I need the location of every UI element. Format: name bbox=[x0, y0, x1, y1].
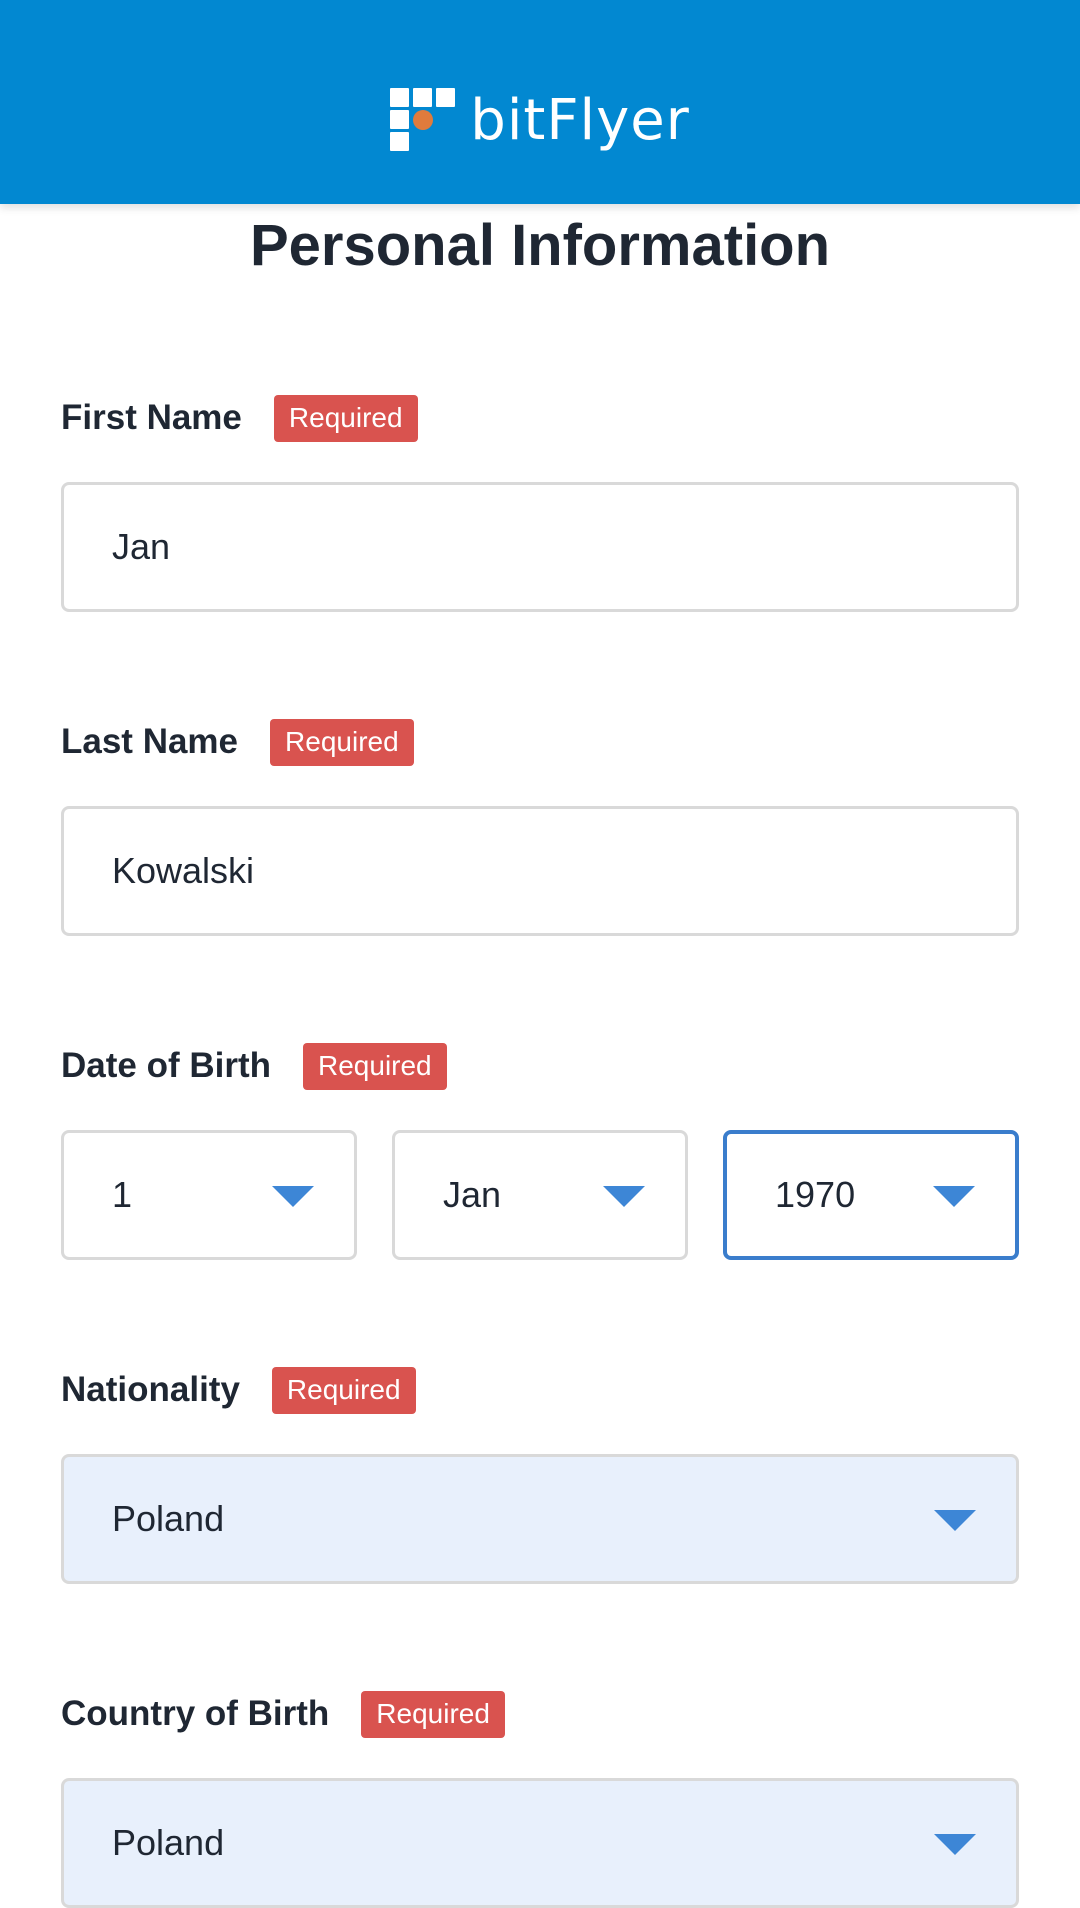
country-of-birth-value: Poland bbox=[112, 1822, 225, 1863]
chevron-down-icon bbox=[934, 1510, 976, 1531]
chevron-down-icon bbox=[272, 1186, 314, 1207]
app-header: bitFlyer bbox=[0, 0, 1080, 204]
first-name-field: First Name Required Jan bbox=[61, 394, 1019, 612]
date-of-birth-field: Date of Birth Required 1 Jan 1970 bbox=[61, 1042, 1019, 1260]
page-title: Personal Information bbox=[249, 213, 831, 278]
first-name-label-row: First Name Required bbox=[61, 394, 1019, 442]
nationality-label: Nationality bbox=[61, 1370, 240, 1409]
bitflyer-logo-icon bbox=[390, 88, 456, 152]
country-of-birth-field: Country of Birth Required Poland bbox=[61, 1690, 1019, 1908]
chevron-down-icon bbox=[934, 1834, 976, 1855]
nationality-field: Nationality Required Poland bbox=[61, 1366, 1019, 1584]
date-of-birth-selects: 1 Jan 1970 bbox=[61, 1130, 1019, 1260]
birth-day-value: 1 bbox=[112, 1174, 133, 1215]
bitflyer-logo[interactable]: bitFlyer bbox=[390, 88, 689, 153]
nationality-label-row: Nationality Required bbox=[61, 1366, 1019, 1414]
required-badge: Required bbox=[303, 1042, 447, 1090]
last-name-field: Last Name Required Kowalski bbox=[61, 718, 1019, 936]
logo-text: bitFlyer bbox=[470, 87, 690, 153]
birth-year-value: 1970 bbox=[775, 1174, 856, 1215]
birth-month-select[interactable]: Jan bbox=[392, 1130, 688, 1260]
required-badge: Required bbox=[273, 394, 418, 442]
last-name-label: Last Name bbox=[61, 722, 239, 761]
required-badge: Required bbox=[271, 1366, 416, 1414]
country-of-birth-label-row: Country of Birth Required bbox=[61, 1690, 1019, 1738]
chevron-down-icon bbox=[603, 1186, 645, 1207]
chevron-down-icon bbox=[933, 1186, 975, 1207]
birth-month-value: Jan bbox=[443, 1174, 502, 1215]
first-name-input[interactable]: Jan bbox=[61, 482, 1019, 612]
required-badge: Required bbox=[270, 718, 414, 766]
country-of-birth-select[interactable]: Poland bbox=[61, 1778, 1019, 1908]
last-name-input[interactable]: Kowalski bbox=[61, 806, 1019, 936]
nationality-select[interactable]: Poland bbox=[61, 1454, 1019, 1584]
date-of-birth-label: Date of Birth bbox=[61, 1046, 271, 1085]
birth-day-select[interactable]: 1 bbox=[61, 1130, 357, 1260]
date-of-birth-label-row: Date of Birth Required bbox=[61, 1042, 1019, 1090]
last-name-label-row: Last Name Required bbox=[61, 718, 1019, 766]
required-badge: Required bbox=[361, 1690, 505, 1738]
nationality-value: Poland bbox=[112, 1498, 225, 1539]
first-name-label: First Name bbox=[61, 398, 242, 437]
birth-year-select[interactable]: 1970 bbox=[723, 1130, 1019, 1260]
country-of-birth-label: Country of Birth bbox=[61, 1694, 330, 1733]
